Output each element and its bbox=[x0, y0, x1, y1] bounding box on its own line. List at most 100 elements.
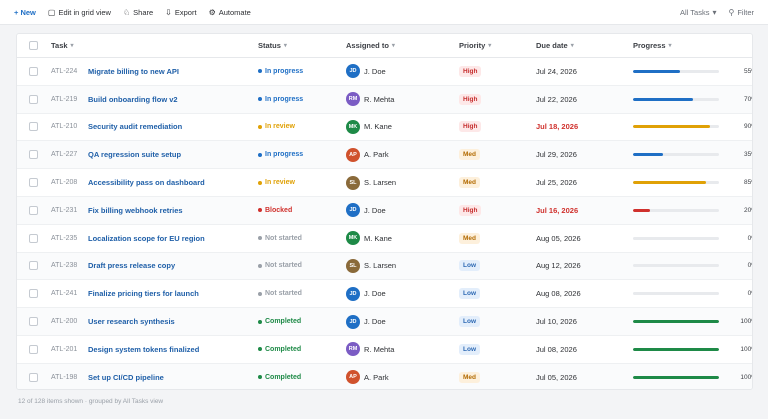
row-checkbox[interactable] bbox=[29, 233, 38, 243]
table-row[interactable]: ATL-210 Security audit remediation In re… bbox=[17, 114, 752, 142]
task-title-link[interactable]: Accessibility pass on dashboard bbox=[88, 178, 205, 187]
status-badge[interactable]: In review bbox=[258, 179, 295, 186]
progress-cell: 0% bbox=[633, 235, 752, 242]
row-checkbox[interactable] bbox=[29, 178, 38, 188]
priority-cell[interactable]: Low bbox=[459, 288, 480, 300]
table-row[interactable]: ATL-201 Design system tokens finalized C… bbox=[17, 336, 752, 364]
table-row[interactable]: ATL-238 Draft press release copy Not sta… bbox=[17, 252, 752, 281]
progress-fill bbox=[633, 347, 719, 351]
progress-cell: 55% bbox=[633, 68, 752, 75]
assignee[interactable]: MK M. Kane bbox=[346, 231, 392, 246]
filter-button[interactable]: ⚲ Filter bbox=[722, 0, 768, 24]
task-title-link[interactable]: Localization scope for EU region bbox=[88, 234, 205, 243]
row-checkbox[interactable] bbox=[29, 122, 38, 132]
column-header-task[interactable]: Task ▾ bbox=[51, 41, 74, 50]
status-badge[interactable]: Completed bbox=[258, 318, 301, 325]
edit-grid-button[interactable]: ▢ Edit in grid view bbox=[42, 0, 117, 24]
assignee[interactable]: JD J. Doe bbox=[346, 64, 386, 79]
table-row[interactable]: ATL-198 Set up CI/CD pipeline Completed … bbox=[17, 363, 752, 389]
status-label: In review bbox=[265, 123, 295, 131]
assignee[interactable]: AP A. Park bbox=[346, 370, 389, 385]
task-title-link[interactable]: Set up CI/CD pipeline bbox=[88, 373, 164, 382]
status-badge[interactable]: Not started bbox=[258, 235, 302, 242]
view-selector[interactable]: All Tasks ▾ bbox=[674, 0, 722, 24]
row-checkbox[interactable] bbox=[29, 66, 38, 76]
table-row[interactable]: ATL-200 User research synthesis Complete… bbox=[17, 308, 752, 336]
priority-badge: Med bbox=[459, 177, 480, 189]
row-checkbox[interactable] bbox=[29, 289, 38, 299]
priority-cell[interactable]: Low bbox=[459, 316, 480, 328]
assignee[interactable]: AP A. Park bbox=[346, 147, 389, 162]
assignee[interactable]: JD J. Doe bbox=[346, 314, 386, 329]
priority-cell[interactable]: High bbox=[459, 65, 482, 77]
column-header-due[interactable]: Due date ▾ bbox=[536, 41, 574, 50]
column-header-progress[interactable]: Progress ▾ bbox=[633, 41, 672, 50]
priority-cell[interactable]: High bbox=[459, 204, 482, 216]
assignee[interactable]: RM R. Mehta bbox=[346, 342, 394, 357]
status-badge[interactable]: In review bbox=[258, 123, 295, 130]
priority-cell[interactable]: Med bbox=[459, 177, 480, 189]
status-badge[interactable]: Not started bbox=[258, 290, 302, 297]
table-row[interactable]: ATL-208 Accessibility pass on dashboard … bbox=[17, 169, 752, 197]
table-row[interactable]: ATL-241 Finalize pricing tiers for launc… bbox=[17, 280, 752, 309]
column-header-status[interactable]: Status ▾ bbox=[258, 41, 287, 50]
status-badge[interactable]: Completed bbox=[258, 374, 301, 381]
status-badge[interactable]: Blocked bbox=[258, 207, 292, 214]
table-row[interactable]: ATL-235 Localization scope for EU region… bbox=[17, 225, 752, 253]
export-button[interactable]: ⇩ Export bbox=[159, 0, 202, 24]
column-header-assigned[interactable]: Assigned to ▾ bbox=[346, 41, 395, 50]
row-checkbox[interactable] bbox=[29, 94, 38, 104]
table-row[interactable]: ATL-227 QA regression suite setup In pro… bbox=[17, 141, 752, 170]
automate-button[interactable]: ⚙ Automate bbox=[203, 0, 257, 24]
new-button[interactable]: + New bbox=[0, 0, 42, 24]
status-badge[interactable]: In progress bbox=[258, 96, 303, 103]
progress-cell: 100% bbox=[633, 374, 752, 381]
row-checkbox[interactable] bbox=[29, 372, 38, 382]
table-row[interactable]: ATL-231 Fix billing webhook retries Bloc… bbox=[17, 197, 752, 225]
table-row[interactable]: ATL-224 Migrate billing to new API In pr… bbox=[17, 58, 752, 86]
assignee[interactable]: JD J. Doe bbox=[346, 203, 386, 218]
column-header-priority[interactable]: Priority ▾ bbox=[459, 41, 491, 50]
select-all-checkbox[interactable] bbox=[29, 41, 38, 50]
assignee[interactable]: SL S. Larsen bbox=[346, 175, 396, 190]
assignee[interactable]: RM R. Mehta bbox=[346, 92, 394, 107]
task-title-link[interactable]: Security audit remediation bbox=[88, 122, 182, 131]
task-title-link[interactable]: Fix billing webhook retries bbox=[88, 206, 183, 215]
table-row[interactable]: ATL-219 Build onboarding flow v2 In prog… bbox=[17, 85, 752, 114]
task-title-link[interactable]: Finalize pricing tiers for launch bbox=[88, 289, 199, 298]
assignee[interactable]: MK M. Kane bbox=[346, 119, 392, 134]
priority-cell[interactable]: Med bbox=[459, 371, 480, 383]
task-title-link[interactable]: Migrate billing to new API bbox=[88, 67, 179, 76]
assignee[interactable]: SL S. Larsen bbox=[346, 258, 396, 273]
avatar: JD bbox=[346, 286, 360, 301]
priority-cell[interactable]: High bbox=[459, 121, 482, 133]
status-dot-icon bbox=[258, 152, 262, 157]
priority-cell[interactable]: Med bbox=[459, 232, 480, 244]
row-checkbox[interactable] bbox=[29, 261, 38, 271]
assignee[interactable]: JD J. Doe bbox=[346, 286, 386, 301]
status-badge[interactable]: In progress bbox=[258, 68, 303, 75]
status-badge[interactable]: Completed bbox=[258, 346, 301, 353]
row-checkbox[interactable] bbox=[29, 150, 38, 160]
priority-cell[interactable]: Low bbox=[459, 343, 480, 355]
task-title-link[interactable]: QA regression suite setup bbox=[88, 150, 181, 159]
task-title-link[interactable]: Build onboarding flow v2 bbox=[88, 95, 178, 104]
table-footer: 12 of 128 items shown · grouped by All T… bbox=[18, 398, 164, 405]
status-badge[interactable]: In progress bbox=[258, 151, 303, 158]
status-badge[interactable]: Not started bbox=[258, 262, 302, 269]
priority-cell[interactable]: Low bbox=[459, 260, 480, 272]
task-id: ATL-235 bbox=[51, 234, 78, 242]
priority-cell[interactable]: Med bbox=[459, 149, 480, 161]
progress-cell: 0% bbox=[633, 290, 752, 297]
share-button[interactable]: ♘ Share bbox=[117, 0, 159, 24]
row-checkbox[interactable] bbox=[29, 344, 38, 354]
progress-cell: 90% bbox=[633, 123, 752, 130]
automate-icon: ⚙ bbox=[208, 7, 216, 17]
task-title-link[interactable]: Design system tokens finalized bbox=[88, 345, 199, 354]
row-checkbox[interactable] bbox=[29, 205, 38, 215]
status-label: Blocked bbox=[265, 206, 293, 214]
priority-cell[interactable]: High bbox=[459, 93, 482, 105]
row-checkbox[interactable] bbox=[29, 317, 38, 327]
task-title-link[interactable]: Draft press release copy bbox=[88, 261, 175, 270]
task-title-link[interactable]: User research synthesis bbox=[88, 317, 175, 326]
